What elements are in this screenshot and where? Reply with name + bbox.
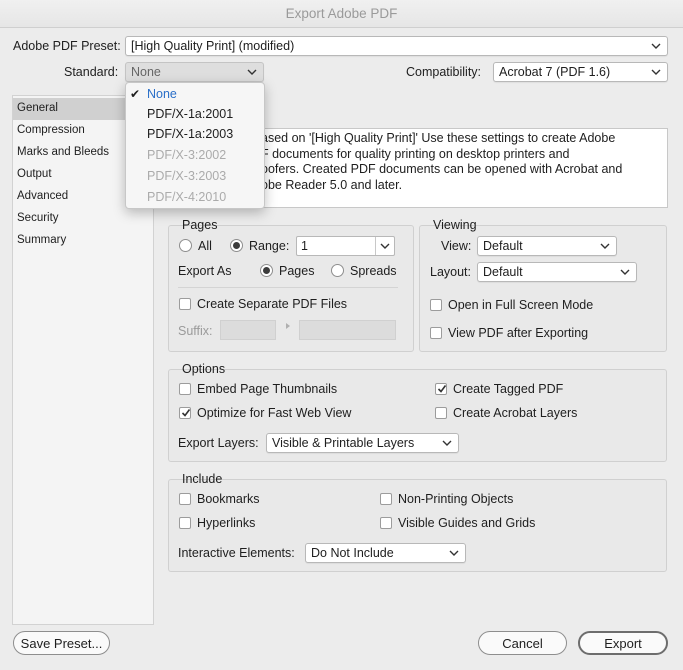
pages-group-title: Pages — [182, 218, 218, 232]
chevron-down-icon — [600, 243, 610, 249]
view-label: View: — [441, 239, 472, 253]
chevron-down-icon — [449, 550, 459, 556]
checkmark-icon — [437, 385, 447, 393]
separate-files-checkbox[interactable] — [179, 298, 191, 310]
preset-select[interactable]: [High Quality Print] (modified) — [125, 36, 668, 56]
interactive-elements-select[interactable]: Do Not Include — [305, 543, 466, 563]
suffix-label: Suffix: — [178, 324, 213, 338]
pages-all-label: All — [198, 239, 212, 253]
chevron-down-icon — [442, 440, 452, 446]
options-group-title: Options — [182, 362, 226, 376]
include-group-title: Include — [182, 472, 223, 486]
sidebar-item-summary[interactable]: Summary — [13, 230, 153, 252]
export-pages-radio[interactable] — [260, 264, 273, 277]
arrow-right-icon — [286, 323, 290, 329]
chevron-down-icon — [651, 69, 661, 75]
fast-web-view-checkbox[interactable] — [179, 407, 191, 419]
divider — [178, 287, 398, 288]
range-combobox[interactable]: 1 — [296, 236, 395, 256]
acrobat-layers-label: Create Acrobat Layers — [453, 406, 578, 420]
chevron-down-icon — [620, 269, 630, 275]
standard-option-pdfx-1a-2001[interactable]: PDF/X-1a:2001 — [126, 105, 264, 125]
sidebar-item-security[interactable]: Security — [13, 208, 153, 230]
export-layers-select[interactable]: Visible & Printable Layers — [266, 433, 459, 453]
checkmark-icon: ✔ — [130, 87, 141, 101]
suffix-field[interactable] — [220, 320, 276, 340]
standard-option-label: PDF/X-1a:2003 — [147, 127, 234, 141]
thumbnails-checkbox[interactable] — [179, 383, 191, 395]
bookmarks-checkbox[interactable] — [179, 493, 191, 505]
standard-option-pdfx-3-2003: PDF/X-3:2003 — [126, 167, 264, 187]
save-preset-button[interactable]: Save Preset... — [13, 631, 110, 655]
chevron-down-icon — [247, 69, 257, 75]
fullscreen-label: Open in Full Screen Mode — [448, 298, 594, 312]
thumbnails-label: Embed Page Thumbnails — [197, 382, 338, 396]
window-title: Export Adobe PDF — [285, 6, 398, 21]
layout-value: Default — [483, 265, 523, 279]
export-spreads-radio[interactable] — [331, 264, 344, 277]
description-line: oofers. Created PDF documents can be ope… — [261, 162, 623, 176]
standard-label: Standard: — [64, 65, 119, 79]
export-spreads-label: Spreads — [350, 264, 397, 278]
checkmark-icon — [181, 409, 191, 417]
tagged-pdf-checkbox[interactable] — [435, 383, 447, 395]
hyperlinks-checkbox[interactable] — [179, 517, 191, 529]
acrobat-layers-checkbox[interactable] — [435, 407, 447, 419]
standard-option-label: PDF/X-1a:2001 — [147, 107, 234, 121]
standard-option-pdfx-1a-2003[interactable]: PDF/X-1a:2003 — [126, 125, 264, 145]
standard-option-label: PDF/X-3:2003 — [147, 169, 227, 183]
pages-range-label: Range: — [249, 239, 290, 253]
view-after-export-label: View PDF after Exporting — [448, 326, 589, 340]
guides-grids-checkbox[interactable] — [380, 517, 392, 529]
export-as-label: Export As — [178, 264, 232, 278]
chevron-down-icon — [651, 43, 661, 49]
standard-dropdown-menu: ✔ None PDF/X-1a:2001 PDF/X-1a:2003 PDF/X… — [125, 82, 265, 209]
standard-option-pdfx-3-2002: PDF/X-3:2002 — [126, 146, 264, 166]
tagged-pdf-label: Create Tagged PDF — [453, 382, 564, 396]
view-after-export-checkbox[interactable] — [430, 327, 442, 339]
compatibility-value: Acrobat 7 (PDF 1.6) — [499, 65, 611, 79]
suffix-token-field[interactable] — [299, 320, 396, 340]
standard-value: None — [131, 65, 161, 79]
export-layers-value: Visible & Printable Layers — [272, 436, 415, 450]
standard-option-pdfx-4-2010: PDF/X-4:2010 — [126, 188, 264, 208]
fullscreen-checkbox[interactable] — [430, 299, 442, 311]
preset-label: Adobe PDF Preset: — [13, 39, 121, 53]
pages-all-radio[interactable] — [179, 239, 192, 252]
view-value: Default — [483, 239, 523, 253]
standard-option-label: PDF/X-4:2010 — [147, 190, 227, 204]
layout-label: Layout: — [430, 265, 472, 279]
separate-files-label: Create Separate PDF Files — [197, 297, 348, 311]
guides-grids-label: Visible Guides and Grids — [398, 516, 536, 530]
combobox-divider — [375, 237, 376, 255]
description-line: obe Reader 5.0 and later. — [261, 177, 403, 192]
layout-select[interactable]: Default — [477, 262, 637, 282]
range-value: 1 — [301, 239, 308, 253]
pages-range-radio[interactable] — [230, 239, 243, 252]
fast-web-view-label: Optimize for Fast Web View — [197, 406, 352, 420]
hyperlinks-label: Hyperlinks — [197, 516, 256, 530]
standard-select[interactable]: None — [125, 62, 264, 82]
interactive-elements-value: Do Not Include — [311, 546, 394, 560]
standard-option-none[interactable]: ✔ None — [126, 85, 264, 105]
export-button[interactable]: Export — [578, 631, 668, 655]
export-pages-label: Pages — [279, 264, 315, 278]
description-line: ased on '[High Quality Print]' Use these… — [261, 131, 616, 145]
viewing-group-title: Viewing — [433, 218, 477, 232]
interactive-elements-label: Interactive Elements: — [178, 546, 295, 560]
description-line: F documents for quality printing on desk… — [261, 146, 570, 161]
view-select[interactable]: Default — [477, 236, 617, 256]
standard-option-label: None — [147, 87, 177, 101]
compatibility-select[interactable]: Acrobat 7 (PDF 1.6) — [493, 62, 668, 82]
preset-value: [High Quality Print] (modified) — [131, 39, 295, 53]
compatibility-label: Compatibility: — [406, 65, 482, 79]
cancel-button[interactable]: Cancel — [478, 631, 567, 655]
bookmarks-label: Bookmarks — [197, 492, 260, 506]
export-layers-label: Export Layers: — [178, 436, 259, 450]
non-printing-label: Non-Printing Objects — [398, 492, 514, 506]
non-printing-checkbox[interactable] — [380, 493, 392, 505]
standard-option-label: PDF/X-3:2002 — [147, 148, 227, 162]
chevron-down-icon[interactable] — [379, 240, 391, 252]
